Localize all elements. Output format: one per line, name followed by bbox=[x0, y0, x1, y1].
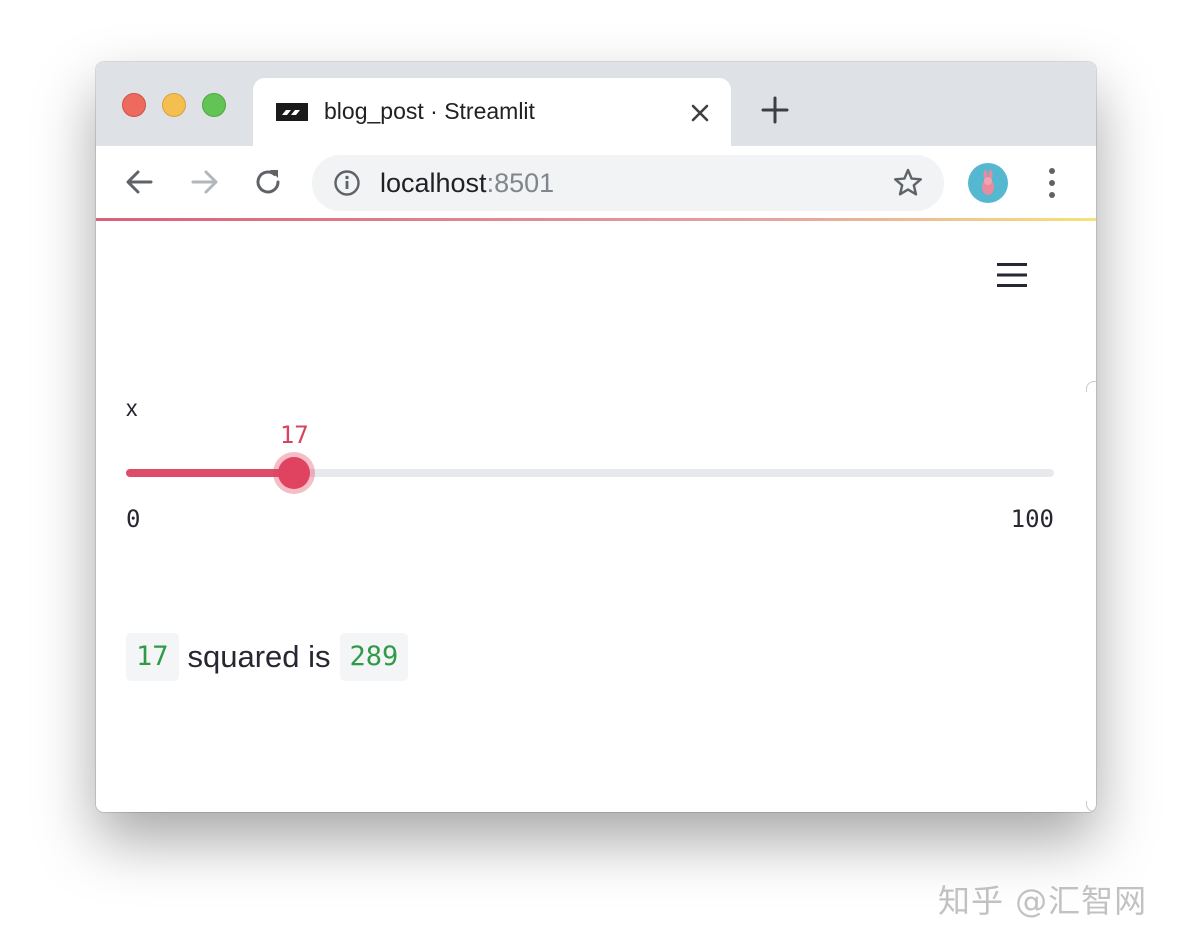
tab-title: blog_post · Streamlit bbox=[324, 98, 535, 124]
scrollbar-corner-top bbox=[1086, 381, 1096, 392]
slider-x[interactable]: 17 0 100 bbox=[126, 421, 1056, 541]
tab-strip: blog_post · Streamlit bbox=[96, 62, 1096, 146]
result-text: squared is bbox=[187, 639, 331, 674]
watermark-text: 知乎 @汇智网 bbox=[938, 882, 1148, 920]
slider-thumb[interactable] bbox=[278, 457, 311, 489]
scrollbar-corner-bottom bbox=[1086, 801, 1096, 812]
avatar-rabbit-icon bbox=[982, 170, 994, 195]
slider-track-fill bbox=[126, 469, 295, 477]
arrow-left-icon[interactable] bbox=[123, 165, 157, 199]
slider-label: x bbox=[126, 395, 138, 421]
hamburger-icon[interactable] bbox=[996, 261, 1028, 289]
streamlit-app-content: x 17 0 100 17 squared is 289 bbox=[96, 221, 1096, 812]
plus-icon[interactable] bbox=[760, 95, 790, 125]
url-host: localhost bbox=[380, 168, 487, 198]
slider-min-label: 0 bbox=[126, 505, 141, 533]
profile-avatar[interactable] bbox=[968, 163, 1008, 203]
browser-window: blog_post · Streamlit localhost:8501 x 1… bbox=[96, 62, 1096, 812]
result-output-code: 289 bbox=[339, 633, 409, 681]
slider-max-label: 100 bbox=[1010, 505, 1054, 533]
info-icon[interactable] bbox=[333, 169, 361, 197]
result-line: 17 squared is 289 bbox=[126, 633, 409, 681]
url-text: localhost:8501 bbox=[380, 168, 554, 199]
window-close-button[interactable] bbox=[122, 93, 146, 117]
kebab-menu-icon[interactable] bbox=[1040, 166, 1064, 200]
close-icon[interactable] bbox=[685, 98, 715, 128]
streamlit-logo-icon bbox=[276, 103, 308, 121]
address-bar[interactable]: localhost:8501 bbox=[312, 155, 944, 211]
window-maximize-button[interactable] bbox=[202, 93, 226, 117]
screenshot-stage: blog_post · Streamlit localhost:8501 x 1… bbox=[0, 0, 1192, 946]
reload-icon[interactable] bbox=[251, 165, 285, 199]
star-icon[interactable] bbox=[892, 167, 924, 199]
browser-toolbar: localhost:8501 bbox=[96, 146, 1096, 218]
window-minimize-button[interactable] bbox=[162, 93, 186, 117]
browser-tab-active[interactable]: blog_post · Streamlit bbox=[253, 78, 731, 146]
result-input-code: 17 bbox=[126, 633, 179, 681]
url-port: :8501 bbox=[486, 168, 555, 198]
slider-current-value: 17 bbox=[279, 421, 309, 449]
arrow-right-icon[interactable] bbox=[187, 165, 221, 199]
